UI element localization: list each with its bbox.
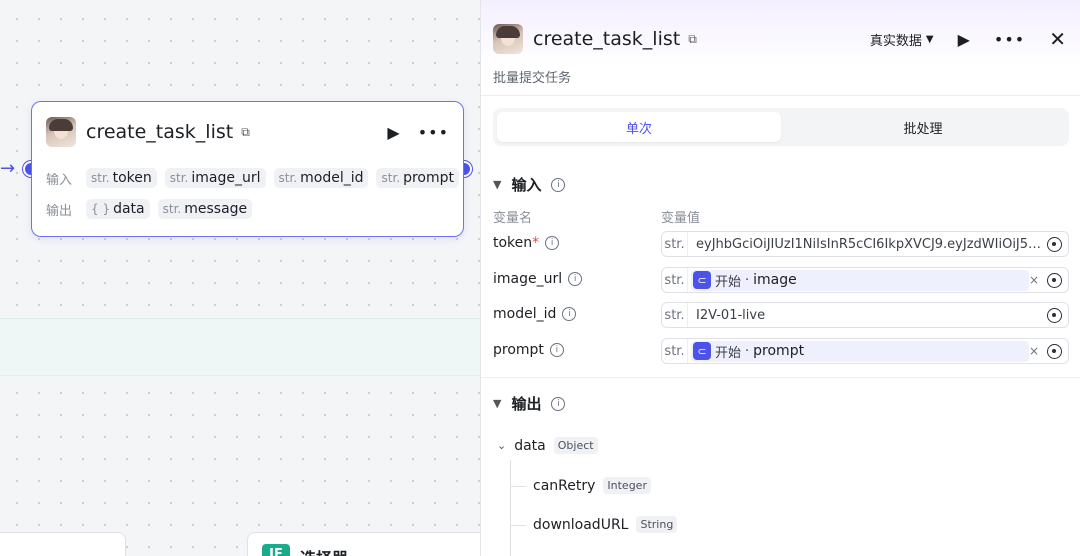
output-tree-item-canretry: canRetry Integer [533, 477, 651, 494]
output-tree-item-downloadurl: downloadURL String [533, 516, 678, 533]
field-label-image-url: image_url i [493, 271, 583, 287]
type-label: str. [662, 232, 688, 256]
output-chip-data: { } data [86, 199, 150, 219]
node-outputs-row: 输出 { } data str. message [46, 199, 253, 219]
field-label-prompt: prompt i [493, 342, 564, 358]
node-config-panel: create_task_list ⧉ 真实数据 ▼ ▶ ••• ✕ 批量提交任务… [480, 0, 1080, 556]
output-section-title: 输出 [511, 395, 542, 413]
output-type-tag: Integer [603, 477, 651, 494]
token-input[interactable]: str. eyJhbGciOiJIUzI1NiIsInR5cCI6IkpXVCJ… [661, 231, 1069, 257]
output-tree-item-data[interactable]: ⌄ data Object [497, 437, 598, 454]
info-icon[interactable]: i [568, 272, 583, 286]
info-icon[interactable]: i [551, 177, 566, 192]
start-node-icon: ⊂ [693, 342, 711, 360]
clear-icon[interactable]: × [1029, 344, 1039, 358]
input-chip-token: str. token [86, 168, 157, 188]
type-label: str. [662, 339, 688, 363]
tree-connector [510, 525, 526, 526]
section-divider [481, 377, 1080, 378]
input-section-title: 输入 [511, 176, 542, 194]
inputs-label: 输入 [46, 172, 73, 188]
panel-more-icon[interactable]: ••• [994, 30, 1025, 49]
prompt-input[interactable]: str. ⊂ 开始 · prompt × [661, 338, 1069, 364]
tree-connector [510, 460, 511, 556]
node-inputs-row: 输入 str. token str. image_url str. model_id … [46, 168, 460, 188]
column-header-name: 变量名 [493, 211, 533, 226]
variable-picker-icon[interactable] [1047, 307, 1062, 323]
field-label-model-id: model_id i [493, 306, 577, 322]
output-type-tag: Object [553, 437, 598, 454]
run-node-icon[interactable]: ▶ [387, 123, 399, 142]
tree-connector [510, 486, 526, 487]
panel-subtitle: 批量提交任务 [493, 71, 572, 86]
type-label: str. [662, 303, 688, 327]
data-mode-select[interactable]: 真实数据 ▼ [870, 30, 934, 49]
start-node-icon: ⊂ [693, 271, 711, 289]
plugin-avatar [46, 117, 76, 147]
panel-header: create_task_list ⧉ 真实数据 ▼ ▶ ••• ✕ 批量提交任务 [481, 0, 1080, 96]
input-section-header[interactable]: ▼ 输入 i [493, 174, 566, 195]
variable-picker-icon[interactable] [1047, 236, 1062, 252]
panel-title: create_task_list [533, 28, 681, 50]
output-chip-message: str. message [157, 199, 253, 219]
input-chip-prompt: str. prompt [376, 168, 460, 188]
output-type-tag: String [636, 516, 678, 533]
outputs-label: 输出 [46, 203, 73, 219]
token-value: eyJhbGciOiJIUzI1NiIsInR5cCI6IkpXVCJ9.eyJ… [696, 236, 1042, 252]
node-title: create_task_list [86, 121, 234, 143]
caret-down-icon: ▼ [925, 33, 934, 45]
node-header: create_task_list ⧉ ▶ ••• [46, 116, 449, 148]
selector-node-title: 选择器 [300, 545, 348, 556]
output-section-header[interactable]: ▼ 输出 i [493, 393, 566, 414]
output-name: canRetry [533, 477, 596, 494]
workflow-node-create-task-list[interactable]: create_task_list ⧉ ▶ ••• 输入 str. token st… [31, 101, 464, 237]
info-icon[interactable]: i [551, 396, 566, 411]
column-header-value: 变量值 [661, 211, 701, 226]
output-name: downloadURL [533, 516, 629, 533]
close-icon[interactable]: ✕ [1049, 27, 1066, 51]
workflow-canvas[interactable]: → create_task_list ⧉ ▶ ••• 输入 str. token … [0, 0, 480, 556]
tab-single[interactable]: 单次 [497, 112, 781, 142]
clear-icon[interactable]: × [1029, 273, 1039, 287]
model-id-input[interactable]: str. I2V-01-live [661, 302, 1069, 328]
info-icon[interactable]: i [562, 307, 577, 321]
chevron-down-icon: ▼ [493, 178, 502, 191]
type-label: str. [662, 268, 688, 292]
canvas-node-stub-left[interactable] [0, 532, 126, 556]
chevron-down-icon: ▼ [493, 397, 502, 410]
selector-if-icon: IF [262, 544, 290, 556]
panel-plugin-avatar [493, 24, 523, 54]
chevron-down-icon: ⌄ [497, 439, 507, 452]
tab-batch[interactable]: 批处理 [781, 112, 1065, 142]
variable-reference[interactable]: ⊂ 开始 · prompt [691, 340, 1029, 362]
input-chip-image-url: str. image_url [164, 168, 266, 188]
variable-reference[interactable]: ⊂ 开始 · image [691, 269, 1029, 291]
model-id-value: I2V-01-live [696, 307, 766, 323]
variable-picker-icon[interactable] [1047, 272, 1062, 288]
panel-plugin-badge-icon: ⧉ [688, 31, 697, 46]
field-label-token: token* i [493, 235, 560, 251]
canvas-group-band [0, 318, 480, 376]
variable-picker-icon[interactable] [1047, 343, 1062, 359]
input-chip-model-id: str. model_id [273, 168, 369, 188]
plugin-badge-icon: ⧉ [241, 124, 250, 139]
info-icon[interactable]: i [545, 236, 560, 250]
data-mode-label: 真实数据 [869, 33, 922, 49]
output-name: data [514, 437, 546, 454]
run-mode-tabs: 单次 批处理 [493, 108, 1069, 146]
run-panel-icon[interactable]: ▶ [958, 30, 970, 49]
info-icon[interactable]: i [549, 343, 564, 357]
image-url-input[interactable]: str. ⊂ 开始 · image × [661, 267, 1069, 293]
more-options-icon[interactable]: ••• [418, 123, 449, 142]
